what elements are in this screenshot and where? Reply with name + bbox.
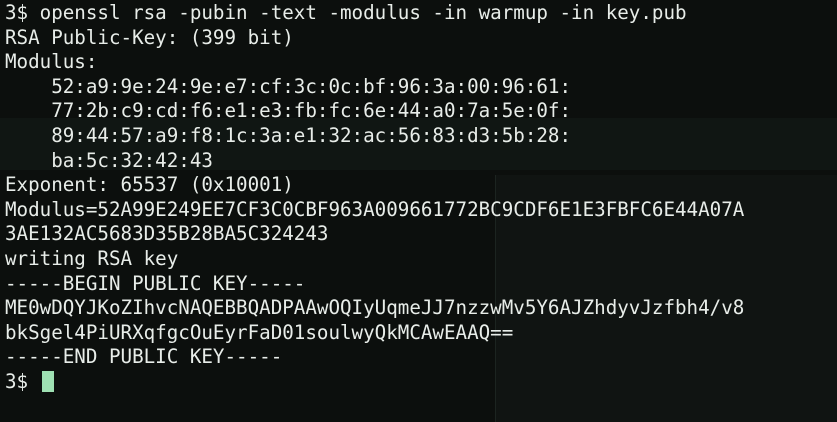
- terminal-window[interactable]: 3$ openssl rsa -pubin -text -modulus -in…: [0, 0, 837, 422]
- terminal-output: 3$ openssl rsa -pubin -text -modulus -in…: [5, 1, 744, 395]
- terminal-line: bkSgel4PiURXqfgcOuEyrFaD01soulwyQkMCAwEA…: [5, 320, 514, 344]
- terminal-line: RSA Public-Key: (399 bit): [5, 25, 294, 49]
- terminal-line: 77:2b:c9:cd:f6:e1:e3:fb:fc:6e:44:a0:7a:5…: [5, 99, 572, 123]
- terminal-line: 52:a9:9e:24:9e:e7:cf:3c:0c:bf:96:3a:00:9…: [5, 74, 572, 98]
- terminal-prompt-line[interactable]: 3$: [5, 370, 744, 395]
- terminal-prompt: 3$: [5, 369, 40, 393]
- terminal-line: -----BEGIN PUBLIC KEY-----: [5, 271, 306, 295]
- terminal-line: Modulus=52A99E249EE7CF3C0CBF963A00966177…: [5, 197, 745, 221]
- terminal-line: ba:5c:32:42:43: [5, 148, 213, 172]
- terminal-line: 89:44:57:a9:f8:1c:3a:e1:32:ac:56:83:d3:5…: [5, 123, 572, 147]
- terminal-line: ME0wDQYJKoZIhvcNAQEBBQADPAAwOQIyUqmeJJ7n…: [5, 296, 745, 320]
- terminal-line: -----END PUBLIC KEY-----: [5, 345, 283, 369]
- terminal-line: 3AE132AC5683D35B28BA5C324243: [5, 222, 329, 246]
- terminal-cursor: [41, 370, 54, 392]
- terminal-line-command: 3$ openssl rsa -pubin -text -modulus -in…: [5, 1, 687, 24]
- terminal-line: Modulus:: [5, 50, 98, 74]
- terminal-line: writing RSA key: [5, 246, 179, 270]
- terminal-line: Exponent: 65537 (0x10001): [5, 173, 294, 197]
